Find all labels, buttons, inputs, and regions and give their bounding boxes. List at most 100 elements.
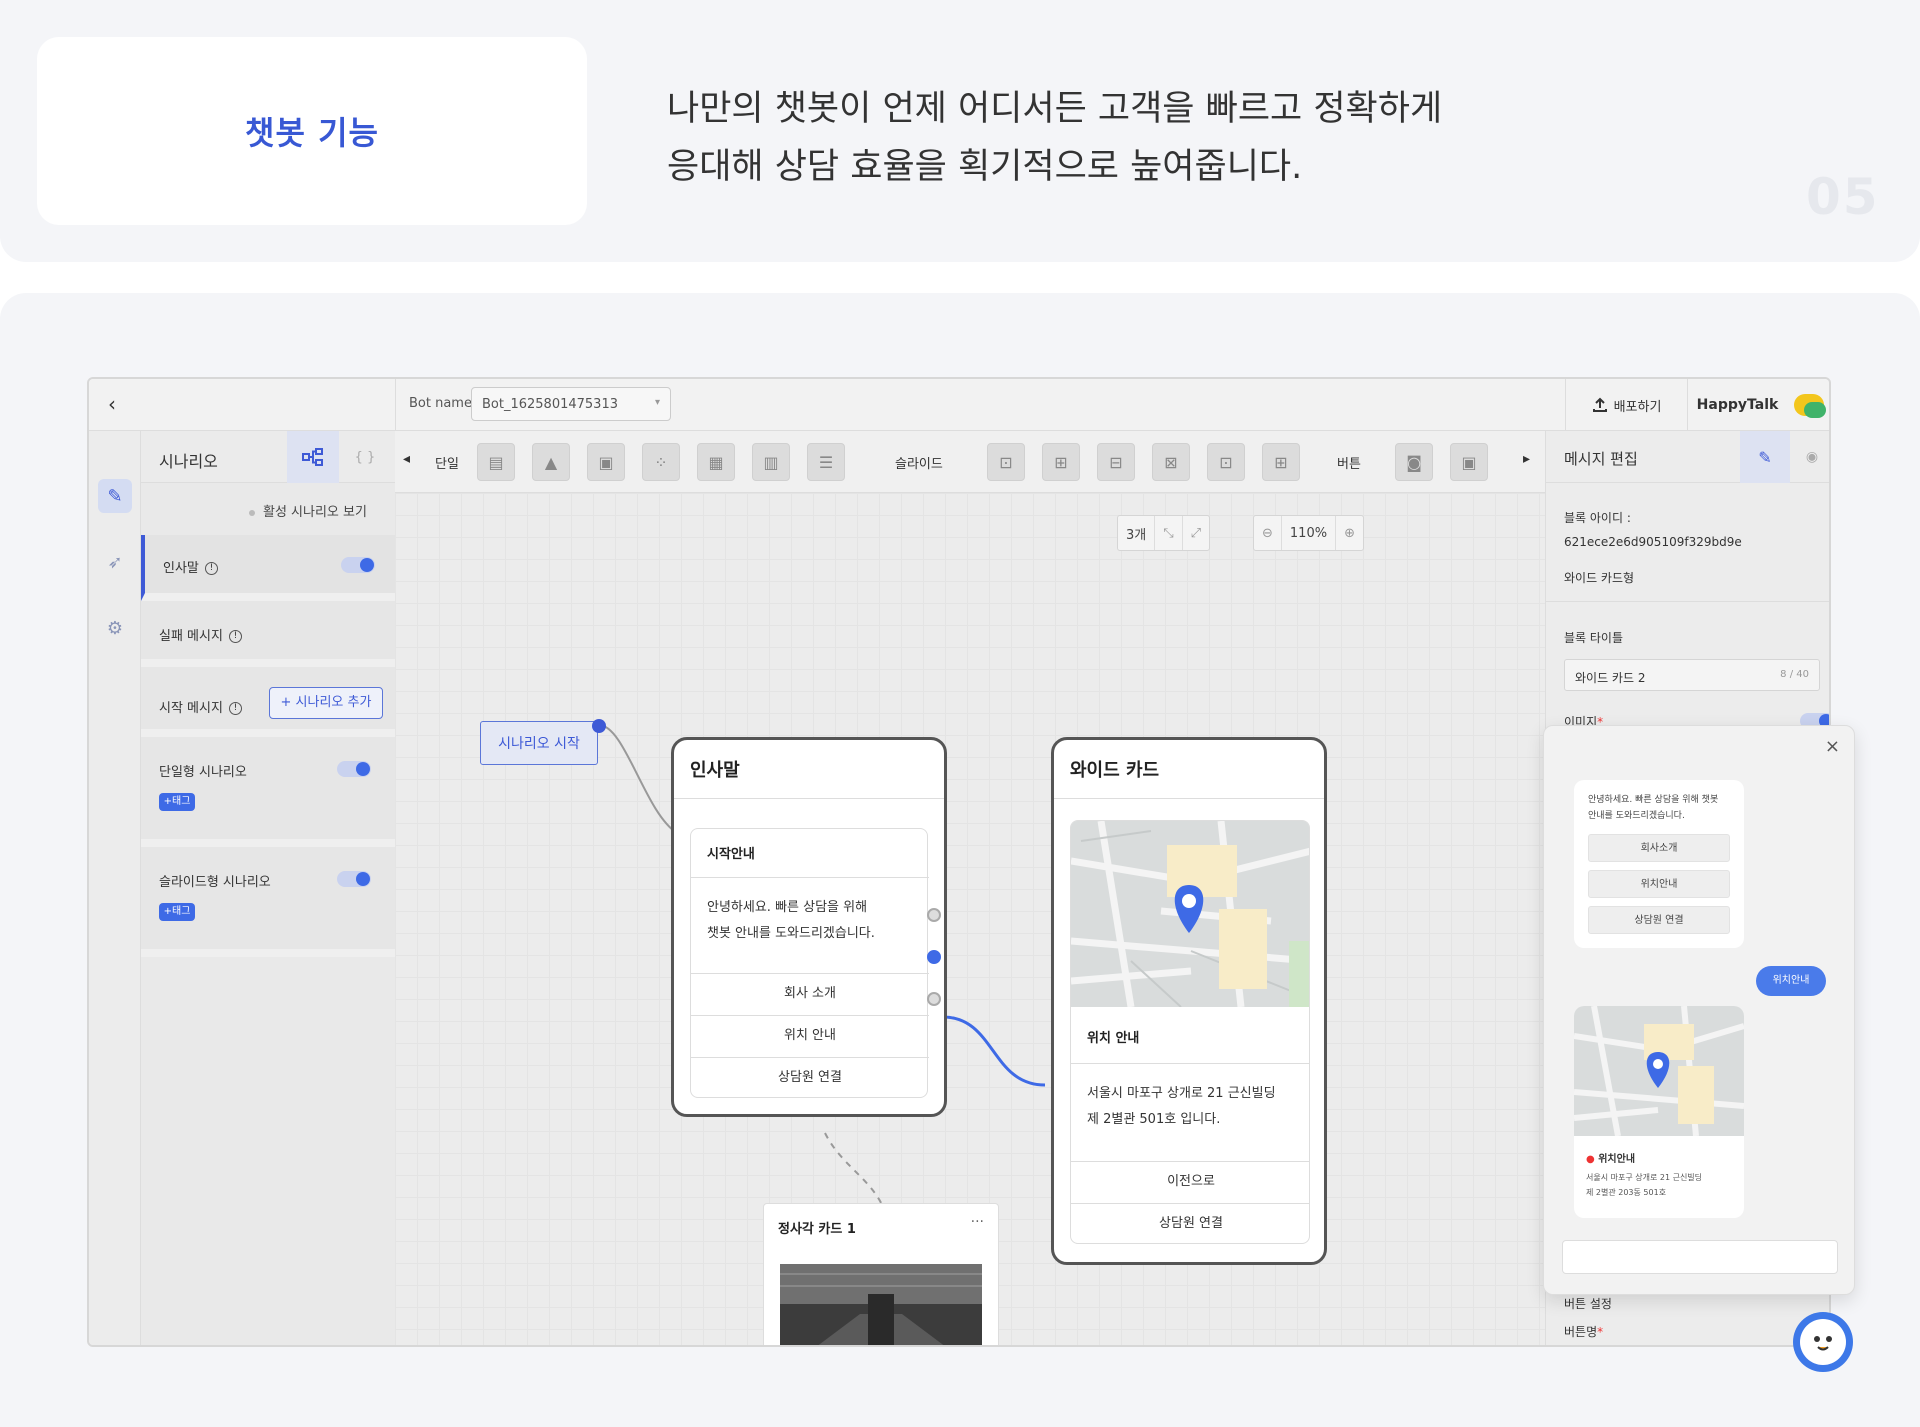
chevron-down-icon: ▾ [654,397,660,408]
scenario-item-text: 실패 메시지 [159,629,223,644]
agent-connect-button[interactable]: 상담원 연결 [691,1057,929,1097]
slide-commerce-icon[interactable]: ⊞ [1262,443,1300,481]
slide-image-icon[interactable]: ⊞ [1042,443,1080,481]
chatbot-face-icon [1800,1319,1846,1365]
flow-icon [302,448,323,466]
divider [1546,601,1829,602]
message-edit-title: 메시지 편집 [1564,450,1638,468]
greeting-node[interactable]: 인사말 시작안내 안녕하세요. 빠른 상담을 위해 챗봇 안내를 도와드리겠습니… [671,737,947,1117]
scenario-item-label: 실패 메시지! [159,625,242,644]
connector-location [942,1015,1046,1087]
button-list-icon[interactable]: ▣ [1450,443,1488,481]
map-card-line: 서울시 마포구 상개로 21 근신빌딩 [1586,1173,1703,1182]
deploy-button[interactable]: 배포하기 [1565,379,1687,431]
bot-message-bubble: 안녕하세요. 빠른 상담을 위해 챗봇 안내를 도와드리겠습니다. 회사소개 위… [1574,780,1744,948]
description-line: 응대해 상담 효율을 획기적으로 높여줍니다. [667,147,1303,187]
map-card-title: ● 위치안내 [1586,1150,1635,1165]
port-company-intro[interactable] [927,908,941,922]
active-scenario-view-link[interactable]: 활성 시나리오 보기 [249,501,367,520]
slide-list-icon[interactable]: ⊟ [1097,443,1135,481]
map-card-title-text: 위치안내 [1598,1154,1636,1165]
pin-icon: ● [1586,1154,1599,1165]
button-image-icon[interactable]: ◙ [1395,443,1433,481]
chat-input[interactable] [1562,1240,1838,1274]
gear-icon[interactable]: ⚙ [98,611,132,645]
toolbar-group-single: 단일 [435,457,459,472]
image-card-icon[interactable]: ▣ [587,443,625,481]
list-block-icon[interactable]: ☰ [807,443,845,481]
button-name-label-text: 버튼명 [1564,1325,1598,1339]
list-card-icon[interactable]: ▥ [752,443,790,481]
scenario-start-node[interactable]: 시나리오 시작 [480,721,598,765]
close-icon[interactable]: × [1825,736,1840,757]
start-port[interactable] [592,719,606,733]
preview-button[interactable]: 회사소개 [1588,834,1730,862]
card-text-line: 안녕하세요. 빠른 상담을 위해 [707,900,868,915]
bot-message-text: 안녕하세요. 빠른 상담을 위해 챗봇 안내를 도와드리겠습니다. [1588,792,1718,824]
map-card-line: 제 2별관 203동 501호 [1586,1188,1667,1197]
map-image [1574,1006,1744,1136]
scenario-item-text: 인사말 [163,561,199,576]
page-number: 05 [1806,168,1880,226]
port-location[interactable] [927,950,941,964]
chat-launcher-button[interactable] [1793,1312,1853,1372]
bot-name-select[interactable]: Bot_1625801475313 ▾ [471,387,671,421]
text-block-icon[interactable]: ▤ [477,443,515,481]
pencil-icon[interactable]: ✎ [1740,431,1790,483]
block-title-value: 와이드 카드 2 [1575,671,1646,685]
wide-card-node[interactable]: 와이드 카드 위치 안내 서울시 마포구 상개로 21 근신빌딩 제 2별관 5… [1051,737,1327,1265]
location-button[interactable]: 위치 안내 [691,1015,929,1055]
block-title-input[interactable]: 와이드 카드 2 8 / 40 [1564,659,1820,691]
image-block-icon[interactable]: ▲ [532,443,570,481]
toggle-switch[interactable] [337,871,371,887]
more-menu-icon[interactable]: ··· [971,1214,984,1230]
info-icon: ! [228,630,242,643]
add-scenario-button[interactable]: + 시나리오 추가 [269,687,383,719]
block-id-label: 블록 아이디 : [1564,511,1631,525]
button-setting-label: 버튼 설정 [1564,1297,1612,1311]
toolbar-prev-icon[interactable]: ◂ [403,451,410,467]
tab-flow[interactable] [287,431,339,483]
dots-block-icon[interactable]: ⁘ [642,443,680,481]
slide-wide-icon[interactable]: ⊠ [1152,443,1190,481]
card-text-line: 챗봇 안내를 도와드리겠습니다. [707,926,875,941]
card-text-line: 서울시 마포구 상개로 21 근신빌딩 [1087,1086,1276,1101]
scenario-item-label: 시작 메시지! [159,697,242,716]
rocket-icon[interactable]: ➶ [98,545,132,579]
tab-code[interactable]: { } [339,431,391,483]
company-intro-button[interactable]: 회사 소개 [691,973,929,1013]
add-tag-button[interactable]: +태그 [159,903,195,921]
char-count: 8 / 40 [1780,669,1809,680]
slide-card-icon[interactable]: ⊡ [987,443,1025,481]
previous-button[interactable]: 이전으로 [1071,1161,1309,1201]
info-icon: ! [204,562,218,575]
add-tag-button[interactable]: +태그 [159,793,195,811]
agent-connect-button[interactable]: 상담원 연결 [1071,1203,1309,1243]
slide-square-icon[interactable]: ⊡ [1207,443,1245,481]
scenario-item-single[interactable]: 단일형 시나리오 +태그 [141,737,395,847]
scenario-panel-title: 시나리오 [159,452,218,471]
scenario-item-slide[interactable]: 슬라이드형 시나리오 +태그 [141,847,395,957]
divider [674,798,944,799]
toolbar-next-icon[interactable]: ▸ [1523,451,1530,467]
port-agent[interactable] [927,992,941,1006]
square-card-node[interactable]: 정사각 카드 1 ··· [763,1203,999,1345]
card-button-icon[interactable]: ▦ [697,443,735,481]
toggle-switch[interactable] [341,557,375,573]
flow-canvas[interactable]: 3개 ⤡ ⤢ ⊖ 110% ⊕ 시나리오 시작 인사말 시작안내 안녕하세요. … [395,493,1545,1345]
preview-button[interactable]: 상담원 연결 [1588,906,1730,934]
user-message-bubble: 위치안내 [1756,966,1826,996]
map-card-text: 서울시 마포구 상개로 21 근신빌딩 제 2별관 203동 501호 [1586,1170,1702,1200]
edit-icon[interactable]: ✎ [98,479,132,513]
upload-icon [1592,397,1607,412]
card-title: 시작안내 [707,847,755,862]
toggle-switch[interactable] [337,761,371,777]
scenario-item-greeting[interactable]: 인사말! [141,535,395,601]
location-card: 위치 안내 서울시 마포구 상개로 21 근신빌딩 제 2별관 501호 입니다… [1070,820,1310,1244]
scenario-item-failure[interactable]: 실패 메시지! [141,601,395,667]
eye-icon[interactable]: ◉ [1790,431,1829,483]
preview-button[interactable]: 위치안내 [1588,870,1730,898]
connector-start [598,724,678,834]
scenario-item-start[interactable]: 시작 메시지! + 시나리오 추가 [141,667,395,737]
back-button[interactable]: ‹ [97,389,127,419]
